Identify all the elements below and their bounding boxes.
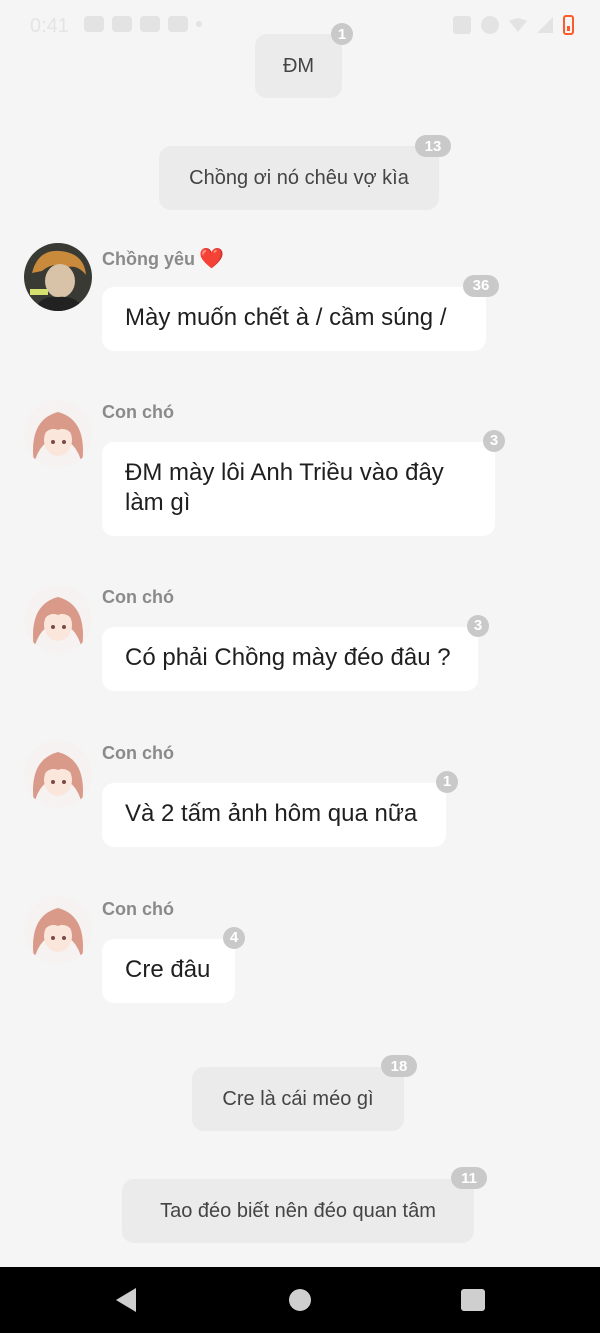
avatar[interactable] — [24, 740, 92, 808]
girl-avatar-icon — [24, 740, 92, 808]
girl-avatar-icon — [24, 896, 92, 964]
reaction-count-badge: 36 — [463, 275, 499, 297]
reaction-count-badge: 11 — [451, 1167, 487, 1189]
system-icons — [453, 15, 574, 35]
chat-bubble[interactable]: ĐM mày lôi Anh Triều vào đây làm gì 3 — [102, 430, 505, 536]
chat-bubble[interactable]: Và 2 tấm ảnh hôm qua nữa 1 — [102, 771, 458, 847]
navigation-bar — [0, 1267, 600, 1333]
game-controller-icon — [84, 16, 104, 32]
message-text: Cre đâu — [125, 956, 211, 983]
heart-icon: ❤️ — [199, 248, 224, 270]
girl-avatar-icon — [24, 400, 92, 468]
signal-icon — [537, 17, 553, 33]
message-text: ĐM — [282, 54, 315, 77]
girl-avatar-icon — [24, 585, 92, 653]
reaction-count-badge: 18 — [381, 1055, 417, 1077]
sender-name: Chồng yêu ❤️ — [102, 248, 224, 270]
battery-icon — [563, 15, 574, 35]
message-text: Mày muốn chết à / cầm súng / — [125, 304, 447, 331]
reaction-count-badge: 1 — [331, 23, 353, 45]
boy-avatar-icon — [24, 243, 92, 311]
mute-icon — [453, 16, 471, 34]
avatar[interactable] — [24, 585, 92, 653]
message-text: Chồng ơi nó chêu vợ kìa — [189, 166, 409, 189]
status-time: 0:41 — [30, 15, 69, 37]
sender-name: Con chó — [102, 743, 174, 763]
avatar[interactable] — [24, 243, 92, 311]
avatar[interactable] — [24, 896, 92, 964]
system-message[interactable]: Tao đéo biết nên đéo quan tâm 11 — [122, 1167, 487, 1243]
game-controller-icon — [168, 16, 188, 32]
game-controller-icon — [112, 16, 132, 32]
system-message[interactable]: Chồng ơi nó chêu vợ kìa 13 — [159, 135, 451, 210]
chat-bubble[interactable]: Có phải Chồng mày đéo đâu ? 3 — [102, 615, 489, 691]
reaction-count-badge: 4 — [223, 927, 245, 949]
message-text: Có phải Chồng mày đéo đâu ? — [125, 644, 451, 671]
more-notifications-icon — [196, 21, 202, 27]
chat-bubble[interactable]: Mày muốn chết à / cầm súng / 36 — [102, 275, 499, 351]
home-icon[interactable] — [289, 1289, 311, 1311]
message-text: ĐM mày lôi Anh Triều vào đây làm gì — [125, 459, 444, 516]
reaction-count-badge: 3 — [467, 615, 489, 637]
reaction-count-badge: 3 — [483, 430, 505, 452]
message-text: Và 2 tấm ảnh hôm qua nữa — [125, 800, 418, 827]
recent-apps-icon[interactable] — [461, 1289, 485, 1311]
dnd-icon — [481, 16, 499, 34]
sender-name: Con chó — [102, 587, 174, 607]
avatar[interactable] — [24, 400, 92, 468]
system-message[interactable]: Cre là cái méo gì 18 — [192, 1055, 417, 1131]
reaction-count-badge: 13 — [415, 135, 451, 157]
chat-bubble[interactable]: Cre đâu 4 — [102, 927, 245, 1003]
sender-name: Con chó — [102, 402, 174, 422]
sender-name: Con chó — [102, 899, 174, 919]
wifi-icon — [509, 18, 527, 32]
message-text: Cre là cái méo gì — [222, 1087, 374, 1110]
message-text: Tao đéo biết nên đéo quan tâm — [160, 1199, 436, 1222]
notification-icons — [84, 16, 202, 32]
back-icon[interactable] — [116, 1288, 136, 1312]
game-controller-icon — [140, 16, 160, 32]
system-message[interactable]: ĐM 1 — [255, 23, 353, 98]
reaction-count-badge: 1 — [436, 771, 458, 793]
